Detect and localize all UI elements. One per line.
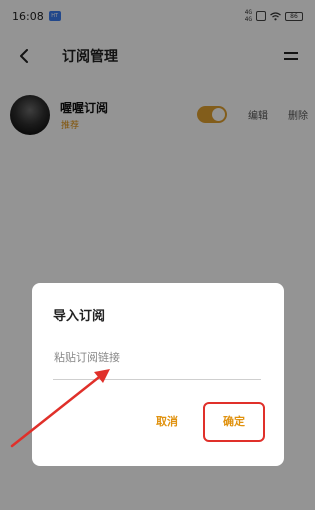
confirm-highlight-box xyxy=(203,402,265,442)
subscription-link-input[interactable] xyxy=(53,346,261,380)
cancel-button[interactable]: 取消 xyxy=(156,413,178,429)
dialog-title: 导入订阅 xyxy=(53,309,106,324)
import-dialog: 导入订阅 取消 确定 xyxy=(32,283,284,466)
